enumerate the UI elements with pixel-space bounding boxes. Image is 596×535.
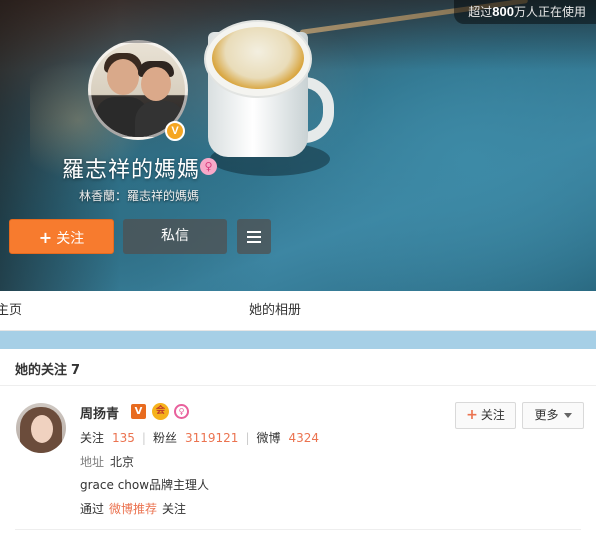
stat-weibo-count[interactable]: 4324: [289, 431, 320, 445]
vip-badge-icon: V: [131, 404, 146, 419]
location-label: 地址: [80, 455, 105, 469]
plus-icon: +: [466, 407, 478, 423]
cover-coffee-cup-image: [200, 12, 340, 176]
user-count-banner: 超过800万人正在使用: [454, 0, 596, 24]
tab-album[interactable]: 她的相册: [249, 291, 301, 331]
section-divider-strip: [0, 331, 596, 349]
plus-icon: +: [38, 228, 53, 247]
female-icon: ♀: [200, 158, 217, 175]
following-title: 她的关注 7: [15, 359, 80, 378]
verified-badge-icon: V: [165, 121, 185, 141]
follow-button[interactable]: + 关注: [9, 219, 114, 254]
stat-following-label: 关注: [80, 431, 105, 445]
following-avatar[interactable]: [16, 403, 66, 453]
via-link[interactable]: 微博推荐: [109, 502, 157, 516]
profile-cover: 超过800万人正在使用 V 羅志祥的媽媽 ♀ 林香蘭：羅志祥的媽媽 + 关注 私信: [0, 0, 596, 291]
tab-home[interactable]: 主页: [0, 291, 22, 331]
via-suffix: 关注: [162, 502, 187, 516]
follow-user-label: 关注: [480, 408, 505, 422]
user-count-prefix: 超过: [468, 5, 493, 19]
panel-divider: [0, 385, 596, 386]
follow-button-label: 关注: [56, 231, 85, 247]
more-button[interactable]: 更多: [522, 402, 584, 429]
stat-following-count[interactable]: 135: [112, 431, 135, 445]
message-button[interactable]: 私信: [123, 219, 227, 254]
stat-separator: |: [245, 431, 250, 445]
via-prefix: 通过: [80, 502, 105, 516]
stat-weibo-label: 微博: [256, 431, 281, 445]
following-count: 7: [71, 363, 81, 378]
following-via: 通过 微博推荐 关注: [80, 500, 186, 517]
stat-fans-label: 粉丝: [152, 431, 177, 445]
stat-fans-count[interactable]: 3119121: [185, 431, 238, 445]
stat-separator: |: [141, 431, 146, 445]
user-count-number: 800: [492, 4, 514, 19]
following-panel: 她的关注 7 周扬青 V 会 ♀ 关注 135 | 粉丝 3119121 | 微博 4324 地…: [0, 349, 596, 535]
follow-user-button[interactable]: + 关注: [455, 402, 516, 429]
profile-description: 林香蘭：羅志祥的媽媽: [79, 189, 200, 203]
following-bio: grace chow品牌主理人: [80, 478, 210, 492]
following-name[interactable]: 周扬青: [80, 403, 119, 422]
more-button-label: 更多: [534, 408, 559, 422]
member-badge-icon: 会: [152, 403, 169, 420]
caret-down-icon: [563, 413, 572, 418]
profile-name: 羅志祥的媽媽: [62, 158, 201, 183]
following-stats: 关注 135 | 粉丝 3119121 | 微博 4324: [80, 429, 319, 446]
following-title-label: 她的关注: [15, 363, 68, 378]
following-location: 地址 北京: [80, 453, 134, 470]
row-divider: [15, 529, 581, 530]
female-icon: ♀: [174, 404, 189, 419]
menu-button[interactable]: [237, 219, 271, 254]
user-count-suffix: 万人正在使用: [513, 5, 586, 19]
profile-tabs: 主页 她的相册: [0, 291, 596, 331]
location-value: 北京: [110, 455, 135, 469]
